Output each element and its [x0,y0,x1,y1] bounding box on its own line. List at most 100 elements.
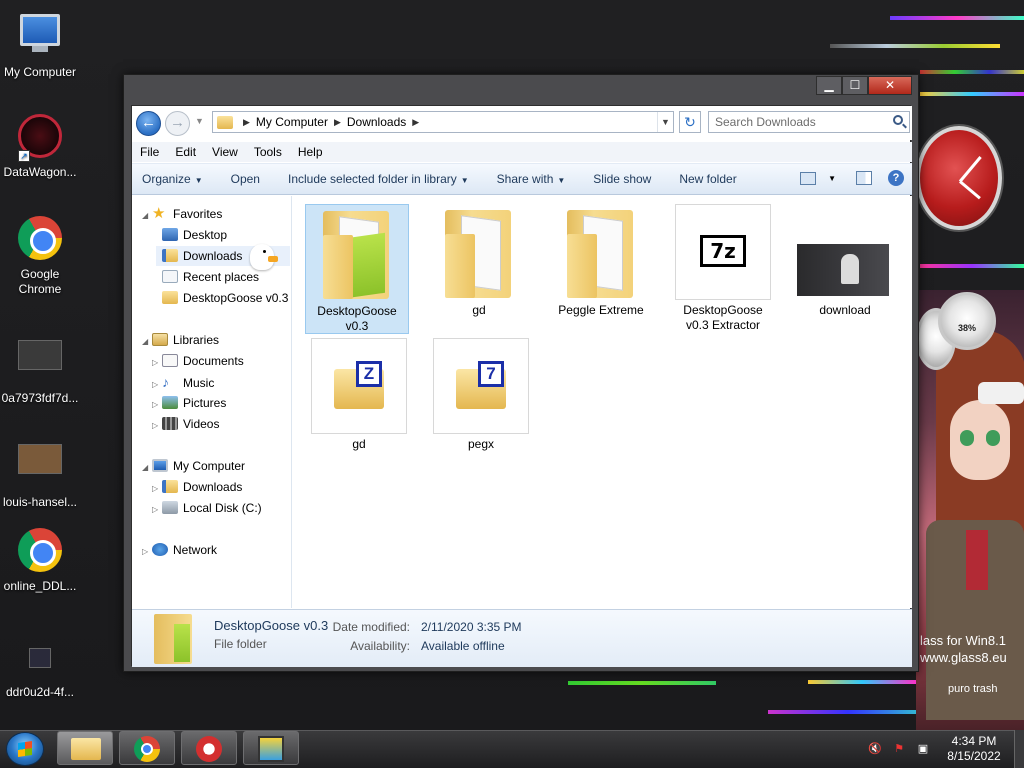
file-item-extractor[interactable]: 7z DesktopGoose v0.3 Extractor [671,204,775,333]
details-type: File folder [214,637,267,651]
wallpaper-glitch [920,92,1024,96]
share-with-button[interactable]: Share with ▼ [497,172,566,186]
search-icon[interactable] [893,115,903,125]
desktop-icon-label: Google Chrome [18,267,62,296]
file-item-desktopgoose-folder[interactable]: DesktopGoose v0.3 [305,204,409,334]
file-item-gd-archive[interactable]: Z gd [307,338,411,452]
breadcrumb-separator-icon[interactable]: ▶ [412,117,419,128]
desktop-icon-chrome-html[interactable]: online_DDL... [0,526,80,594]
desktop-icon-google-chrome[interactable]: Google Chrome [0,214,80,297]
file-item-pegx-archive[interactable]: 7 pegx [429,338,533,452]
file-item-peggle-folder[interactable]: Peggle Extreme [549,204,653,318]
archive-badge: Z [356,361,382,387]
close-button[interactable]: ✕ [868,76,912,95]
file-item-gd-folder[interactable]: gd [427,204,531,318]
file-item-download-image[interactable]: download [793,204,897,318]
downloads-folder-icon [162,480,178,493]
nav-pictures[interactable]: ▷ Pictures [152,393,226,413]
breadcrumb-my-computer[interactable]: My Computer [256,115,328,129]
breadcrumb-separator-icon[interactable]: ▶ [334,117,341,128]
menu-tools[interactable]: Tools [254,145,282,159]
taskbar-chrome-button[interactable] [119,731,175,765]
collapse-arrow-icon[interactable]: ◢ [142,332,152,352]
folder-icon [154,614,192,664]
expand-arrow-icon[interactable]: ▷ [152,500,162,520]
minimize-button[interactable]: ▁ [816,76,842,95]
breadcrumb-separator-icon[interactable]: ▶ [243,117,250,128]
expand-arrow-icon[interactable]: ▷ [152,395,162,415]
desktop-icon-image-file[interactable]: louis-hansel... [0,434,80,510]
search-input[interactable]: Search Downloads [708,111,910,133]
desktop-icon-my-computer[interactable]: My Computer [0,10,80,80]
nav-network[interactable]: ▷ Network [142,540,217,560]
file-list: DesktopGoose v0.3 gd Peggle Extreme 7z D… [293,196,912,608]
taskbar-clock[interactable]: 4:34 PM 8/15/2022 [940,734,1008,764]
menu-help[interactable]: Help [298,145,323,159]
folder-icon [553,204,649,300]
taskbar-peggle-button[interactable]: P [181,731,237,765]
maximize-button[interactable]: ☐ [842,76,868,95]
nav-music[interactable]: ▷ ♪ Music [152,372,214,392]
wallpaper-glitch [920,70,1024,74]
clock-gadget[interactable] [916,126,1002,230]
start-button[interactable] [6,732,44,766]
breadcrumb-downloads[interactable]: Downloads [347,115,406,129]
nav-desktopgoose[interactable]: DesktopGoose v0.3 [162,288,288,308]
nav-local-disk[interactable]: ▷ Local Disk (C:) [152,498,262,518]
expand-arrow-icon[interactable]: ▷ [152,479,162,499]
collapse-arrow-icon[interactable]: ◢ [142,458,152,478]
folder-icon [217,115,233,129]
preview-pane-icon[interactable] [856,171,872,185]
include-in-library-button[interactable]: Include selected folder in library ▼ [288,172,469,186]
change-view-icon[interactable] [800,171,817,185]
organize-button[interactable]: Organize ▼ [142,172,203,186]
open-button[interactable]: Open [231,172,260,186]
action-center-flag-icon[interactable]: ⚑ [892,742,906,756]
availability-value: Available offline [421,639,505,653]
nav-label: Music [183,376,215,390]
address-bar[interactable]: ▶ My Computer ▶ Downloads ▶ ▼ [212,111,674,133]
view-options-chevron-icon[interactable]: ▼ [828,174,836,183]
expand-arrow-icon[interactable]: ▷ [142,542,152,562]
nav-libraries[interactable]: ◢ Libraries [142,330,219,350]
nav-videos[interactable]: ▷ Videos [152,414,219,434]
file-name: DesktopGoose v0.3 Extractor [683,303,763,332]
volume-muted-icon[interactable]: 🔇 [868,742,882,756]
desktop-icon [162,228,178,241]
taskbar-explorer-button[interactable] [57,731,113,765]
explorer-content: ← → ▼ ▶ My Computer ▶ Downloads ▶ ▼ ↻ Se… [131,105,912,667]
refresh-button[interactable]: ↻ [679,111,701,133]
nav-computer-downloads[interactable]: ▷ Downloads [152,477,242,497]
memory-meter-gadget[interactable]: 38% [938,292,996,350]
expand-arrow-icon[interactable]: ▷ [152,416,162,436]
nav-documents[interactable]: ▷ Documents [152,351,244,371]
help-icon[interactable]: ? [888,170,904,186]
back-button[interactable]: ← [136,111,161,136]
desktop-icon-image-file[interactable]: 0a7973fdf7d... [0,330,80,406]
details-pane: DesktopGoose v0.3 File folder Date modif… [132,609,912,667]
nav-my-computer[interactable]: ◢ My Computer [142,456,245,476]
new-folder-button[interactable]: New folder [679,172,736,186]
nav-label: Pictures [183,396,227,410]
music-note-icon: ♪ [162,374,169,390]
forward-button[interactable]: → [165,111,190,136]
expand-arrow-icon[interactable]: ▷ [152,353,162,373]
desktop-icon-datawagon[interactable]: ↗ DataWagon... [0,112,80,180]
address-dropdown-chevron-icon[interactable]: ▼ [657,112,673,132]
desktop-icon-image-file[interactable]: ddr0u2d-4f... [0,642,80,700]
expand-arrow-icon[interactable]: ▷ [152,375,162,395]
nav-favorites[interactable]: ◢ ★ Favorites [142,204,222,224]
wallpaper-glass-text: lass for Win8.1 www.glass8.eu [920,632,1007,666]
menu-edit[interactable]: Edit [175,145,196,159]
nav-recent-places[interactable]: Recent places [162,267,259,287]
slide-show-button[interactable]: Slide show [593,172,651,186]
menu-file[interactable]: File [140,145,159,159]
taskbar-geometry-dash-button[interactable] [243,731,299,765]
collapse-arrow-icon[interactable]: ◢ [142,206,152,226]
menu-view[interactable]: View [212,145,238,159]
show-desktop-button[interactable] [1014,730,1024,768]
details-name: DesktopGoose v0.3 [214,618,329,633]
network-tray-icon[interactable]: ▣ [916,742,930,756]
nav-label: Desktop [183,228,228,242]
recent-pages-chevron-icon[interactable]: ▼ [195,116,204,126]
